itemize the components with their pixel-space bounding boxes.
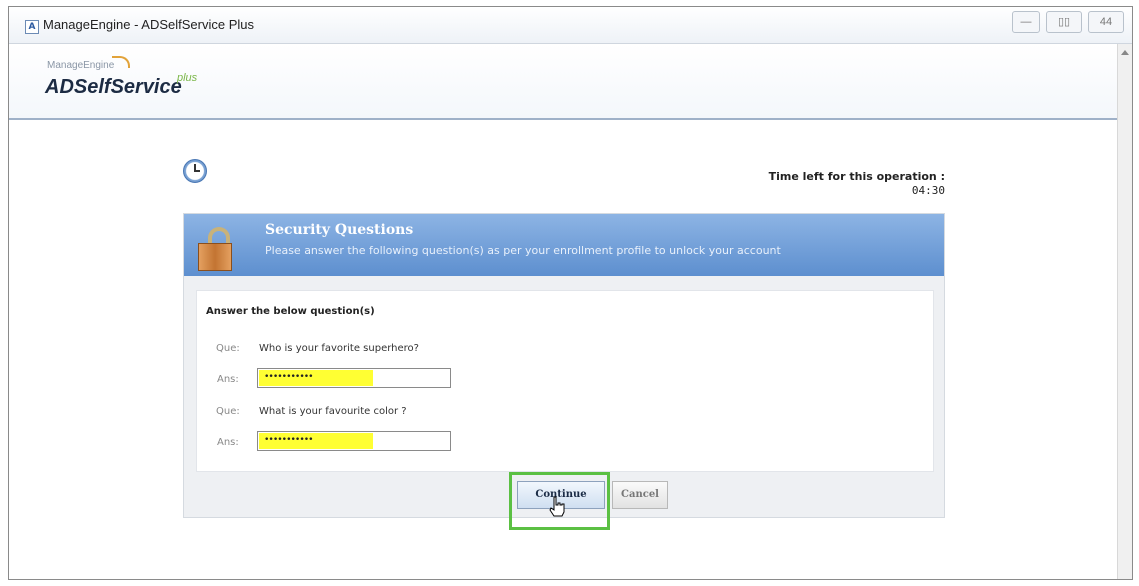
restore-button[interactable]: ▯▯: [1046, 11, 1082, 33]
window-controls: — ▯▯ 44: [1006, 11, 1124, 33]
logo-vendor-text: ManageEngine: [47, 60, 115, 71]
cancel-button[interactable]: Cancel: [612, 481, 668, 509]
logo-product-text: ADSelfService: [45, 76, 182, 98]
answer-label: Ans:: [217, 374, 239, 385]
logo-plus-text: plus: [177, 72, 198, 84]
form-heading: Answer the below question(s): [206, 306, 375, 317]
window-title: ManageEngine - ADSelfService Plus: [43, 17, 255, 32]
answer-1-input[interactable]: •••••••••••: [257, 368, 451, 388]
answer-2-input[interactable]: •••••••••••: [257, 431, 451, 451]
question-2-text: What is your favourite color ?: [259, 406, 407, 417]
answer-2-masked-value: •••••••••••: [264, 435, 314, 445]
panel-title: Security Questions: [265, 222, 414, 238]
scroll-up-icon[interactable]: [1121, 50, 1129, 55]
hand-pointer-icon: [549, 496, 565, 517]
unlock-padlock-icon: [198, 227, 232, 271]
vertical-scrollbar[interactable]: [1117, 44, 1132, 579]
time-left-value: 04:30: [911, 184, 945, 197]
panel-subtitle: Please answer the following question(s) …: [265, 244, 781, 257]
panel-header: Security Questions Please answer the fol…: [184, 214, 944, 276]
clock-icon: [183, 159, 207, 183]
minimize-button[interactable]: —: [1012, 11, 1040, 33]
question-label: Que:: [216, 343, 240, 354]
answer-1-masked-value: •••••••••••: [264, 372, 314, 382]
app-icon: A: [25, 20, 39, 34]
logo-arc-icon: [112, 56, 130, 68]
answer-label: Ans:: [217, 437, 239, 448]
close-button[interactable]: 44: [1088, 11, 1124, 33]
question-label: Que:: [216, 406, 240, 417]
title-bar: A ManageEngine - ADSelfService Plus — ▯▯…: [9, 7, 1132, 44]
question-1-text: Who is your favorite superhero?: [259, 343, 419, 354]
questions-form: Answer the below question(s) Que: Who is…: [196, 290, 934, 472]
time-left-label: Time left for this operation :: [768, 170, 945, 183]
app-header: ManageEngine ADSelfService plus: [9, 44, 1118, 120]
